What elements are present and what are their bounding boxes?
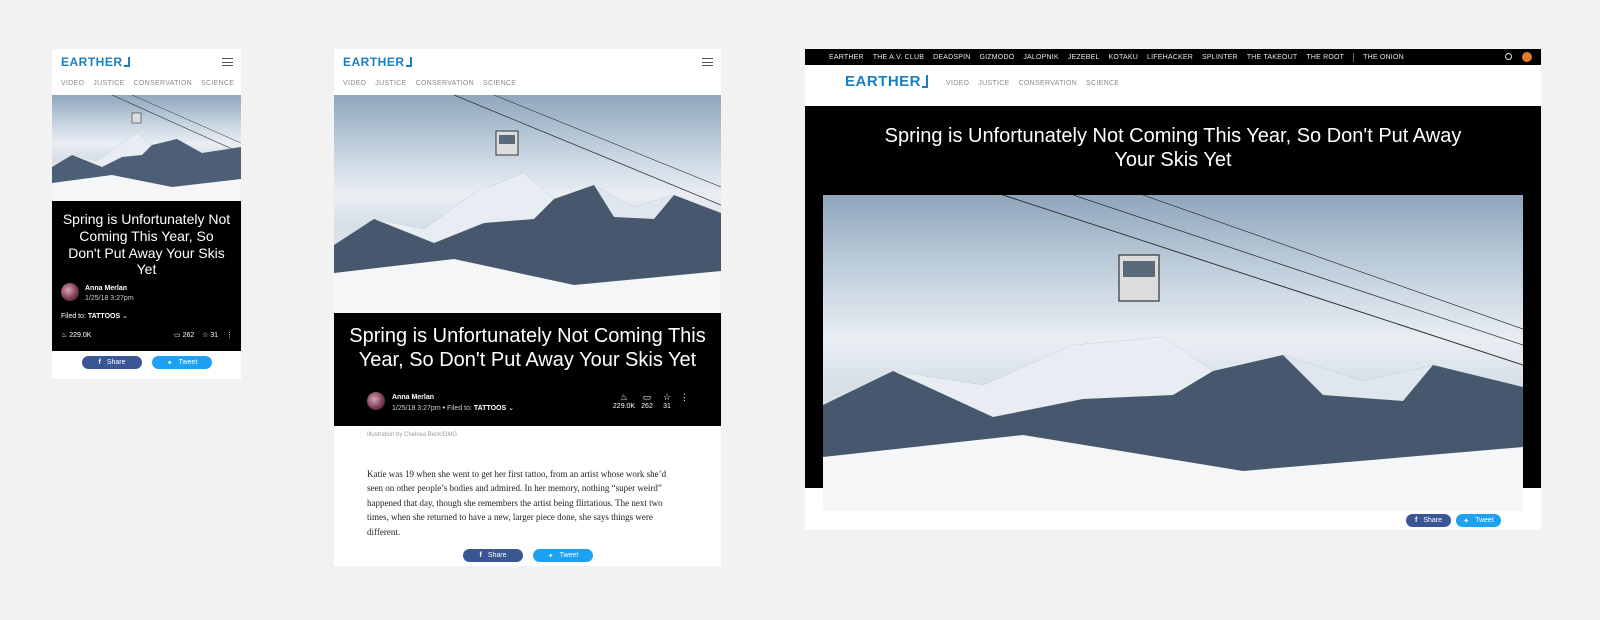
twitter-icon: ✦ <box>166 359 173 367</box>
facebook-icon: f <box>479 552 482 559</box>
nav-justice[interactable]: JUSTICE <box>978 80 1009 87</box>
logo-text: EARTHER <box>61 55 123 69</box>
network-splinter[interactable]: SPLINTER <box>1202 54 1238 61</box>
publish-date: 1/25/18 3:27pm <box>85 295 134 302</box>
twitter-share-button[interactable]: ✦ Tweet <box>533 549 593 562</box>
nav-science[interactable]: SCIENCE <box>201 80 234 87</box>
article-title[interactable]: Spring is Unfortunately Not Coming This … <box>348 324 707 372</box>
comments-stat[interactable]: ▭ 262 <box>640 392 654 410</box>
article-body: Katie was 19 when she went to get her fi… <box>367 469 667 537</box>
facebook-share-button[interactable]: f Share <box>463 549 523 562</box>
section-nav: VIDEO JUSTICE CONSERVATION SCIENCE <box>343 80 516 87</box>
flame-icon: ♨ <box>619 392 629 402</box>
twitter-share-button[interactable]: ✦ Tweet <box>1456 514 1501 527</box>
views-stat: ♨ 229.0K <box>612 392 636 410</box>
chevron-down-icon[interactable]: ⌄ <box>120 313 128 320</box>
nav-science[interactable]: SCIENCE <box>1086 80 1119 87</box>
author-avatar[interactable] <box>61 283 79 301</box>
mountain-graphic <box>823 195 1523 511</box>
twitter-share-button[interactable]: ✦ Tweet <box>152 356 212 369</box>
nav-video[interactable]: VIDEO <box>61 80 84 87</box>
facebook-share-button[interactable]: f Share <box>82 356 142 369</box>
twitter-icon: ✦ <box>547 552 554 560</box>
desktop-frame: EARTHER THE A.V. CLUB DEADSPIN GIZMODO J… <box>805 49 1541 530</box>
author-name[interactable]: Anna Merlan <box>392 394 434 401</box>
image-caption: Illustration by Chelsea Beck/GMG <box>367 432 458 438</box>
section-nav: VIDEO JUSTICE CONSERVATION SCIENCE <box>946 80 1119 87</box>
hero-image <box>823 195 1523 511</box>
network-takeout[interactable]: THE TAKEOUT <box>1247 54 1298 61</box>
publish-date: 1/25/18 3:27pm • Filed to: TATTOOS ⌄ <box>392 405 514 412</box>
nav-video[interactable]: VIDEO <box>343 80 366 87</box>
more-icon[interactable]: ⋮ <box>226 331 233 339</box>
network-earther[interactable]: EARTHER <box>829 54 864 61</box>
facebook-icon: f <box>98 359 101 366</box>
article-title[interactable]: Spring is Unfortunately Not Coming This … <box>873 124 1473 172</box>
star-icon: ☆ <box>662 392 672 402</box>
article-header: Spring is Unfortunately Not Coming This … <box>52 201 241 351</box>
site-logo[interactable]: EARTHER <box>845 73 929 90</box>
facebook-share-button[interactable]: f Share <box>1406 514 1451 527</box>
site-logo[interactable]: EARTHER <box>343 55 412 69</box>
facebook-icon: f <box>1414 517 1418 524</box>
chevron-down-icon[interactable]: ⌄ <box>506 405 514 412</box>
mobile-frame: EARTHER VIDEO JUSTICE CONSERVATION SCIEN… <box>52 49 241 379</box>
menu-icon[interactable] <box>222 58 233 66</box>
network-avclub[interactable]: THE A.V. CLUB <box>873 54 924 61</box>
network-deadspin[interactable]: DEADSPIN <box>933 54 970 61</box>
network-gizmodo[interactable]: GIZMODO <box>980 54 1015 61</box>
search-icon[interactable] <box>1505 53 1512 60</box>
filed-to: Filed to: TATTOOS ⌄ <box>61 313 128 320</box>
nav-conservation[interactable]: CONSERVATION <box>1019 80 1077 87</box>
logo-text: EARTHER <box>845 73 922 90</box>
site-logo[interactable]: EARTHER <box>61 55 130 69</box>
star-icon: ☆ <box>202 332 209 339</box>
filed-tag[interactable]: TATTOOS <box>474 405 506 412</box>
stars-stat[interactable]: ☆ 31 <box>660 392 674 410</box>
nav-conservation[interactable]: CONSERVATION <box>134 80 192 87</box>
more-icon[interactable]: ⋮ <box>680 392 689 403</box>
filed-tag[interactable]: TATTOOS <box>88 313 120 320</box>
stars-stat[interactable]: ☆ 31 <box>202 331 218 339</box>
network-root[interactable]: THE ROOT <box>1306 54 1344 61</box>
nav-science[interactable]: SCIENCE <box>483 80 516 87</box>
article-title[interactable]: Spring is Unfortunately Not Coming This … <box>62 211 231 278</box>
menu-icon[interactable] <box>702 58 713 66</box>
author-name[interactable]: Anna Merlan <box>85 285 127 292</box>
network-kotaku[interactable]: KOTAKU <box>1109 54 1138 61</box>
author-avatar[interactable] <box>367 392 385 410</box>
network-jezebel[interactable]: JEZEBEL <box>1068 54 1100 61</box>
user-avatar[interactable] <box>1522 52 1532 62</box>
hero-image <box>52 95 241 201</box>
mountain-graphic <box>52 95 241 201</box>
twitter-icon: ✦ <box>1463 517 1470 525</box>
comments-stat[interactable]: ▭ 262 <box>174 331 194 339</box>
network-lifehacker[interactable]: LIFEHACKER <box>1147 54 1193 61</box>
section-nav: VIDEO JUSTICE CONSERVATION SCIENCE <box>61 80 234 87</box>
article-header: Spring is Unfortunately Not Coming This … <box>334 313 721 426</box>
nav-conservation[interactable]: CONSERVATION <box>416 80 474 87</box>
nav-video[interactable]: VIDEO <box>946 80 969 87</box>
network-jalopnik[interactable]: JALOPNIK <box>1023 54 1058 61</box>
comment-icon: ▭ <box>642 392 652 402</box>
nav-justice[interactable]: JUSTICE <box>375 80 406 87</box>
tablet-frame: EARTHER VIDEO JUSTICE CONSERVATION SCIEN… <box>334 49 721 566</box>
flame-icon: ♨ <box>61 332 68 339</box>
views-stat: ♨ 229.0K <box>61 332 92 339</box>
hero-image <box>334 95 721 313</box>
logo-text: EARTHER <box>343 55 405 69</box>
mountain-graphic <box>334 95 721 313</box>
nav-justice[interactable]: JUSTICE <box>93 80 124 87</box>
network-onion[interactable]: THE ONION <box>1363 54 1404 61</box>
network-bar: EARTHER THE A.V. CLUB DEADSPIN GIZMODO J… <box>805 49 1541 65</box>
comment-icon: ▭ <box>174 332 181 339</box>
